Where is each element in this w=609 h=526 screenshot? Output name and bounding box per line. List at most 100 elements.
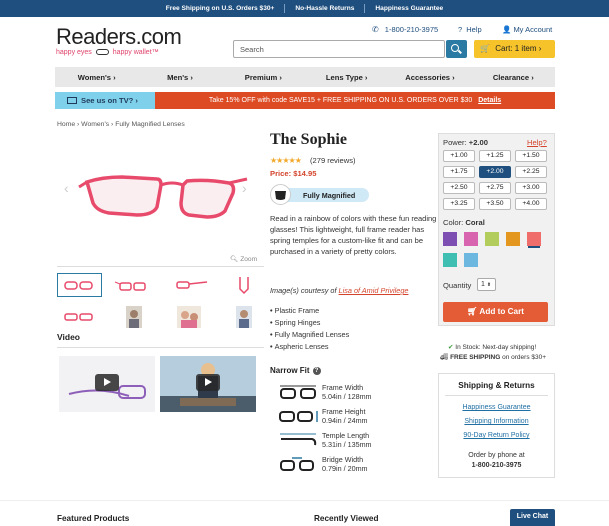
divider (57, 347, 264, 348)
search-input[interactable]: Search (233, 40, 445, 58)
cart-label: Cart: 1 item › (495, 44, 542, 53)
chevron-right-icon[interactable]: › (242, 180, 247, 196)
tagline-right: happy wallet™ (112, 49, 159, 56)
help-link[interactable]: ? Help (458, 25, 482, 34)
announcement-guarantee[interactable]: Happiness Guarantee (365, 5, 453, 12)
thumbnail[interactable] (167, 273, 212, 297)
lens-type-label: Fully Magnified (279, 188, 369, 202)
nav-womens[interactable]: Women's › (55, 73, 138, 82)
lens-glyph (275, 191, 286, 200)
live-chat-button[interactable]: Live Chat (510, 509, 555, 526)
thumbnail[interactable] (112, 305, 157, 329)
return-policy-link[interactable]: 90-Day Return Policy (438, 432, 555, 439)
shipping-info-link[interactable]: Shipping Information (438, 418, 555, 425)
measurement-name: Frame Height (322, 407, 366, 416)
stock-text: In Stock: Next-day shipping! (455, 344, 537, 351)
shipping-note: 🚚︎ FREE SHIPPING on orders $30+ (440, 353, 546, 361)
color-swatch[interactable] (443, 253, 457, 267)
list-item: Aspheric Lenses (270, 341, 349, 353)
thumbnail[interactable] (57, 273, 102, 297)
glasses-icon (95, 49, 109, 56)
power-option[interactable]: +1.00 (443, 150, 475, 162)
color-swatch[interactable] (506, 232, 520, 246)
thumbnail[interactable] (112, 273, 157, 297)
nav-accessories[interactable]: Accessories › (388, 73, 471, 82)
video-thumbnail[interactable] (59, 356, 155, 412)
video-heading: Video (57, 332, 80, 342)
announcement-returns[interactable]: No-Hassle Returns (285, 5, 364, 12)
zoom-control[interactable]: 🔍︎ Zoom (230, 255, 257, 263)
nav-clearance[interactable]: Clearance › (472, 73, 555, 82)
thumbnail-image (177, 306, 201, 328)
frame-height-icon (279, 411, 318, 422)
bridge-width-icon (280, 457, 314, 471)
lens-icon (270, 184, 291, 205)
power-option[interactable]: +3.50 (479, 198, 511, 210)
rating-stars[interactable]: ★★★★★ (270, 156, 302, 165)
info-icon[interactable]: ? (312, 367, 321, 375)
measurement-name: Bridge Width (322, 455, 364, 464)
power-label: Power: +2.00 (443, 138, 488, 147)
tv-promo-label: See us on TV? › (81, 96, 138, 105)
account-link[interactable]: 👤 My Account (502, 25, 552, 34)
color-swatch[interactable] (485, 232, 499, 246)
power-option[interactable]: +2.75 (479, 182, 511, 194)
power-option[interactable]: +2.00 (479, 166, 511, 178)
announcement-free-shipping[interactable]: Free Shipping on U.S. Orders $30+ (156, 5, 285, 12)
thumbnail[interactable] (222, 305, 267, 329)
site-logo[interactable]: Readers.com (56, 24, 182, 50)
video-thumbnail[interactable] (160, 356, 256, 412)
power-option[interactable]: +3.00 (515, 182, 547, 194)
glasses-image (78, 175, 248, 219)
reviews-link[interactable]: (279 reviews) (310, 156, 356, 165)
quantity-select[interactable]: 1 ⬍ (477, 278, 496, 291)
search-button[interactable] (446, 40, 467, 58)
order-phone-number[interactable]: 1-800-210-3975 (438, 462, 555, 469)
measurement-value: 5.04in / 128mm (322, 392, 372, 401)
order-by-phone: Order by phone at (468, 452, 525, 459)
nav-lens-type[interactable]: Lens Type › (305, 73, 388, 82)
measurement-text: Temple Length 5.31in / 135mm (322, 431, 372, 449)
thumbnail[interactable] (167, 305, 212, 329)
help-label: Help (466, 25, 482, 34)
power-option[interactable]: +2.50 (443, 182, 475, 194)
power-option[interactable]: +3.25 (443, 198, 475, 210)
power-option[interactable]: +1.25 (479, 150, 511, 162)
happiness-guarantee-link[interactable]: Happiness Guarantee (438, 404, 555, 411)
power-label-text: Power: (443, 138, 467, 147)
tv-promo[interactable]: See us on TV? › (55, 92, 155, 109)
power-option[interactable]: +4.00 (515, 198, 547, 210)
thumbnail-image (126, 306, 142, 328)
nav-mens[interactable]: Men's › (138, 73, 221, 82)
cart-button[interactable]: 🛒 Cart: 1 item › (474, 40, 555, 58)
power-option[interactable]: +2.25 (515, 166, 547, 178)
quantity-label: Quantity (443, 281, 472, 290)
select-arrow-icon: ⬍ (486, 282, 492, 288)
thumbnail-image (64, 313, 93, 321)
credit-link[interactable]: Lisa of Amid Privilege (339, 286, 409, 295)
frame-width-icon (280, 385, 316, 399)
power-option[interactable]: +1.75 (443, 166, 475, 178)
power-option[interactable]: +1.50 (515, 150, 547, 162)
play-icon[interactable] (196, 374, 220, 391)
logo-tagline: happy eyes happy wallet™ (56, 49, 159, 56)
chevron-left-icon[interactable]: ‹ (64, 180, 69, 196)
play-icon[interactable] (95, 374, 119, 391)
thumbnail[interactable] (57, 305, 102, 329)
breadcrumb[interactable]: Home › Women's › Fully Magnified Lenses (57, 121, 185, 128)
color-swatch[interactable] (527, 232, 541, 246)
product-main-image[interactable] (57, 137, 264, 255)
product-description: Read in a rainbow of colors with these f… (270, 214, 437, 256)
details-link[interactable]: Details (478, 97, 501, 104)
lens-type-badge: Fully Magnified (270, 184, 370, 205)
recently-viewed-heading: Recently Viewed (314, 514, 379, 523)
color-swatch[interactable] (464, 232, 478, 246)
color-swatch[interactable] (443, 232, 457, 246)
add-to-cart-button[interactable]: 🛒︎ Add to Cart (443, 302, 548, 322)
credit-prefix: Image(s) courtesy of (270, 286, 339, 295)
phone-link[interactable]: ✆ 1-800-210-3975 (372, 25, 438, 34)
power-help-link[interactable]: Help? (527, 138, 547, 147)
thumbnail[interactable] (222, 273, 267, 297)
nav-premium[interactable]: Premium › (222, 73, 305, 82)
color-swatch[interactable] (464, 253, 478, 267)
